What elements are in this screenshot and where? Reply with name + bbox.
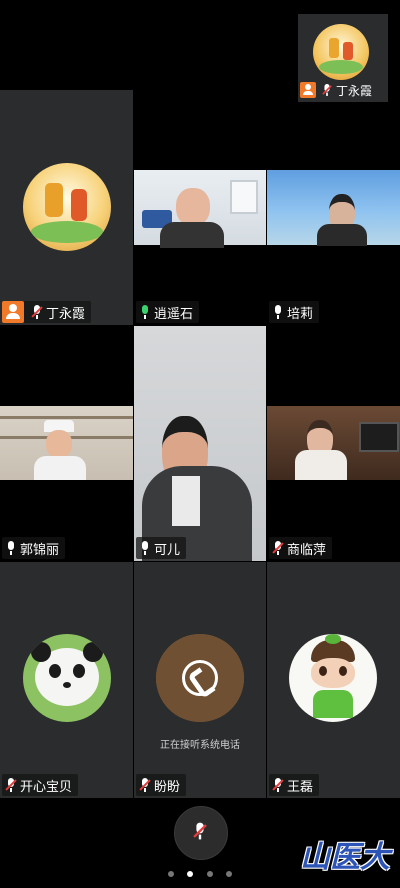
participant-label: 逍遥石 — [136, 301, 200, 323]
participant-label: 丁永霞 — [2, 301, 92, 323]
self-view-tile[interactable]: 丁永霞 — [298, 14, 388, 102]
page-dot[interactable] — [168, 871, 175, 877]
mic-muted-icon — [272, 778, 284, 792]
participant-label: 商临萍 — [269, 537, 333, 559]
self-view-name: 丁永霞 — [336, 83, 373, 98]
mic-muted-icon — [31, 305, 43, 319]
video-feed — [267, 406, 400, 480]
participant-label: 郭锦丽 — [2, 537, 66, 559]
phone-call-status: 正在接听系统电话 — [160, 740, 240, 751]
participant-label: 王磊 — [269, 774, 320, 796]
participant-tile[interactable]: 商临萍 — [267, 326, 400, 561]
participant-label: 盼盼 — [136, 774, 187, 796]
participant-tile[interactable]: 可儿 — [134, 326, 266, 561]
watermark-logo: 山医大 — [300, 840, 390, 875]
participant-tile[interactable]: 正在接听系统电话 盼盼 — [134, 562, 266, 798]
mic-muted-icon — [139, 778, 151, 792]
participant-label: 开心宝贝 — [2, 774, 79, 796]
participant-tile[interactable]: 郭锦丽 — [0, 326, 133, 561]
mic-icon — [6, 541, 16, 555]
cartoon-avatar — [156, 634, 244, 722]
mic-active-icon — [140, 305, 150, 319]
mic-icon — [273, 305, 283, 319]
page-dot[interactable] — [206, 871, 213, 877]
phone-icon — [182, 660, 218, 699]
mute-toggle-button[interactable] — [174, 806, 228, 860]
mic-muted-icon — [193, 822, 207, 840]
participant-label: 可儿 — [136, 537, 187, 559]
mic-muted-icon — [322, 84, 332, 96]
mic-muted-icon — [272, 541, 284, 555]
participant-tile[interactable]: 丁永霞 — [0, 90, 133, 325]
participant-tile[interactable]: 培莉 — [267, 170, 400, 325]
participant-tile[interactable]: 逍遥石 — [134, 170, 266, 325]
little-prince-avatar — [313, 24, 369, 80]
video-feed — [267, 170, 400, 246]
host-icon — [300, 82, 316, 98]
mic-muted-icon — [5, 778, 17, 792]
participant-tile[interactable]: 王磊 — [267, 562, 400, 798]
cartoon-boy-avatar — [289, 634, 377, 722]
mic-icon — [140, 541, 150, 555]
page-dot[interactable] — [225, 871, 232, 877]
host-icon — [2, 301, 24, 323]
little-prince-avatar — [23, 163, 111, 251]
video-feed — [0, 406, 133, 480]
participant-label: 培莉 — [269, 301, 320, 323]
video-feed — [134, 170, 266, 248]
page-dot-active[interactable] — [187, 871, 194, 877]
panda-avatar — [23, 634, 111, 722]
participant-tile[interactable]: 开心宝贝 — [0, 562, 133, 798]
